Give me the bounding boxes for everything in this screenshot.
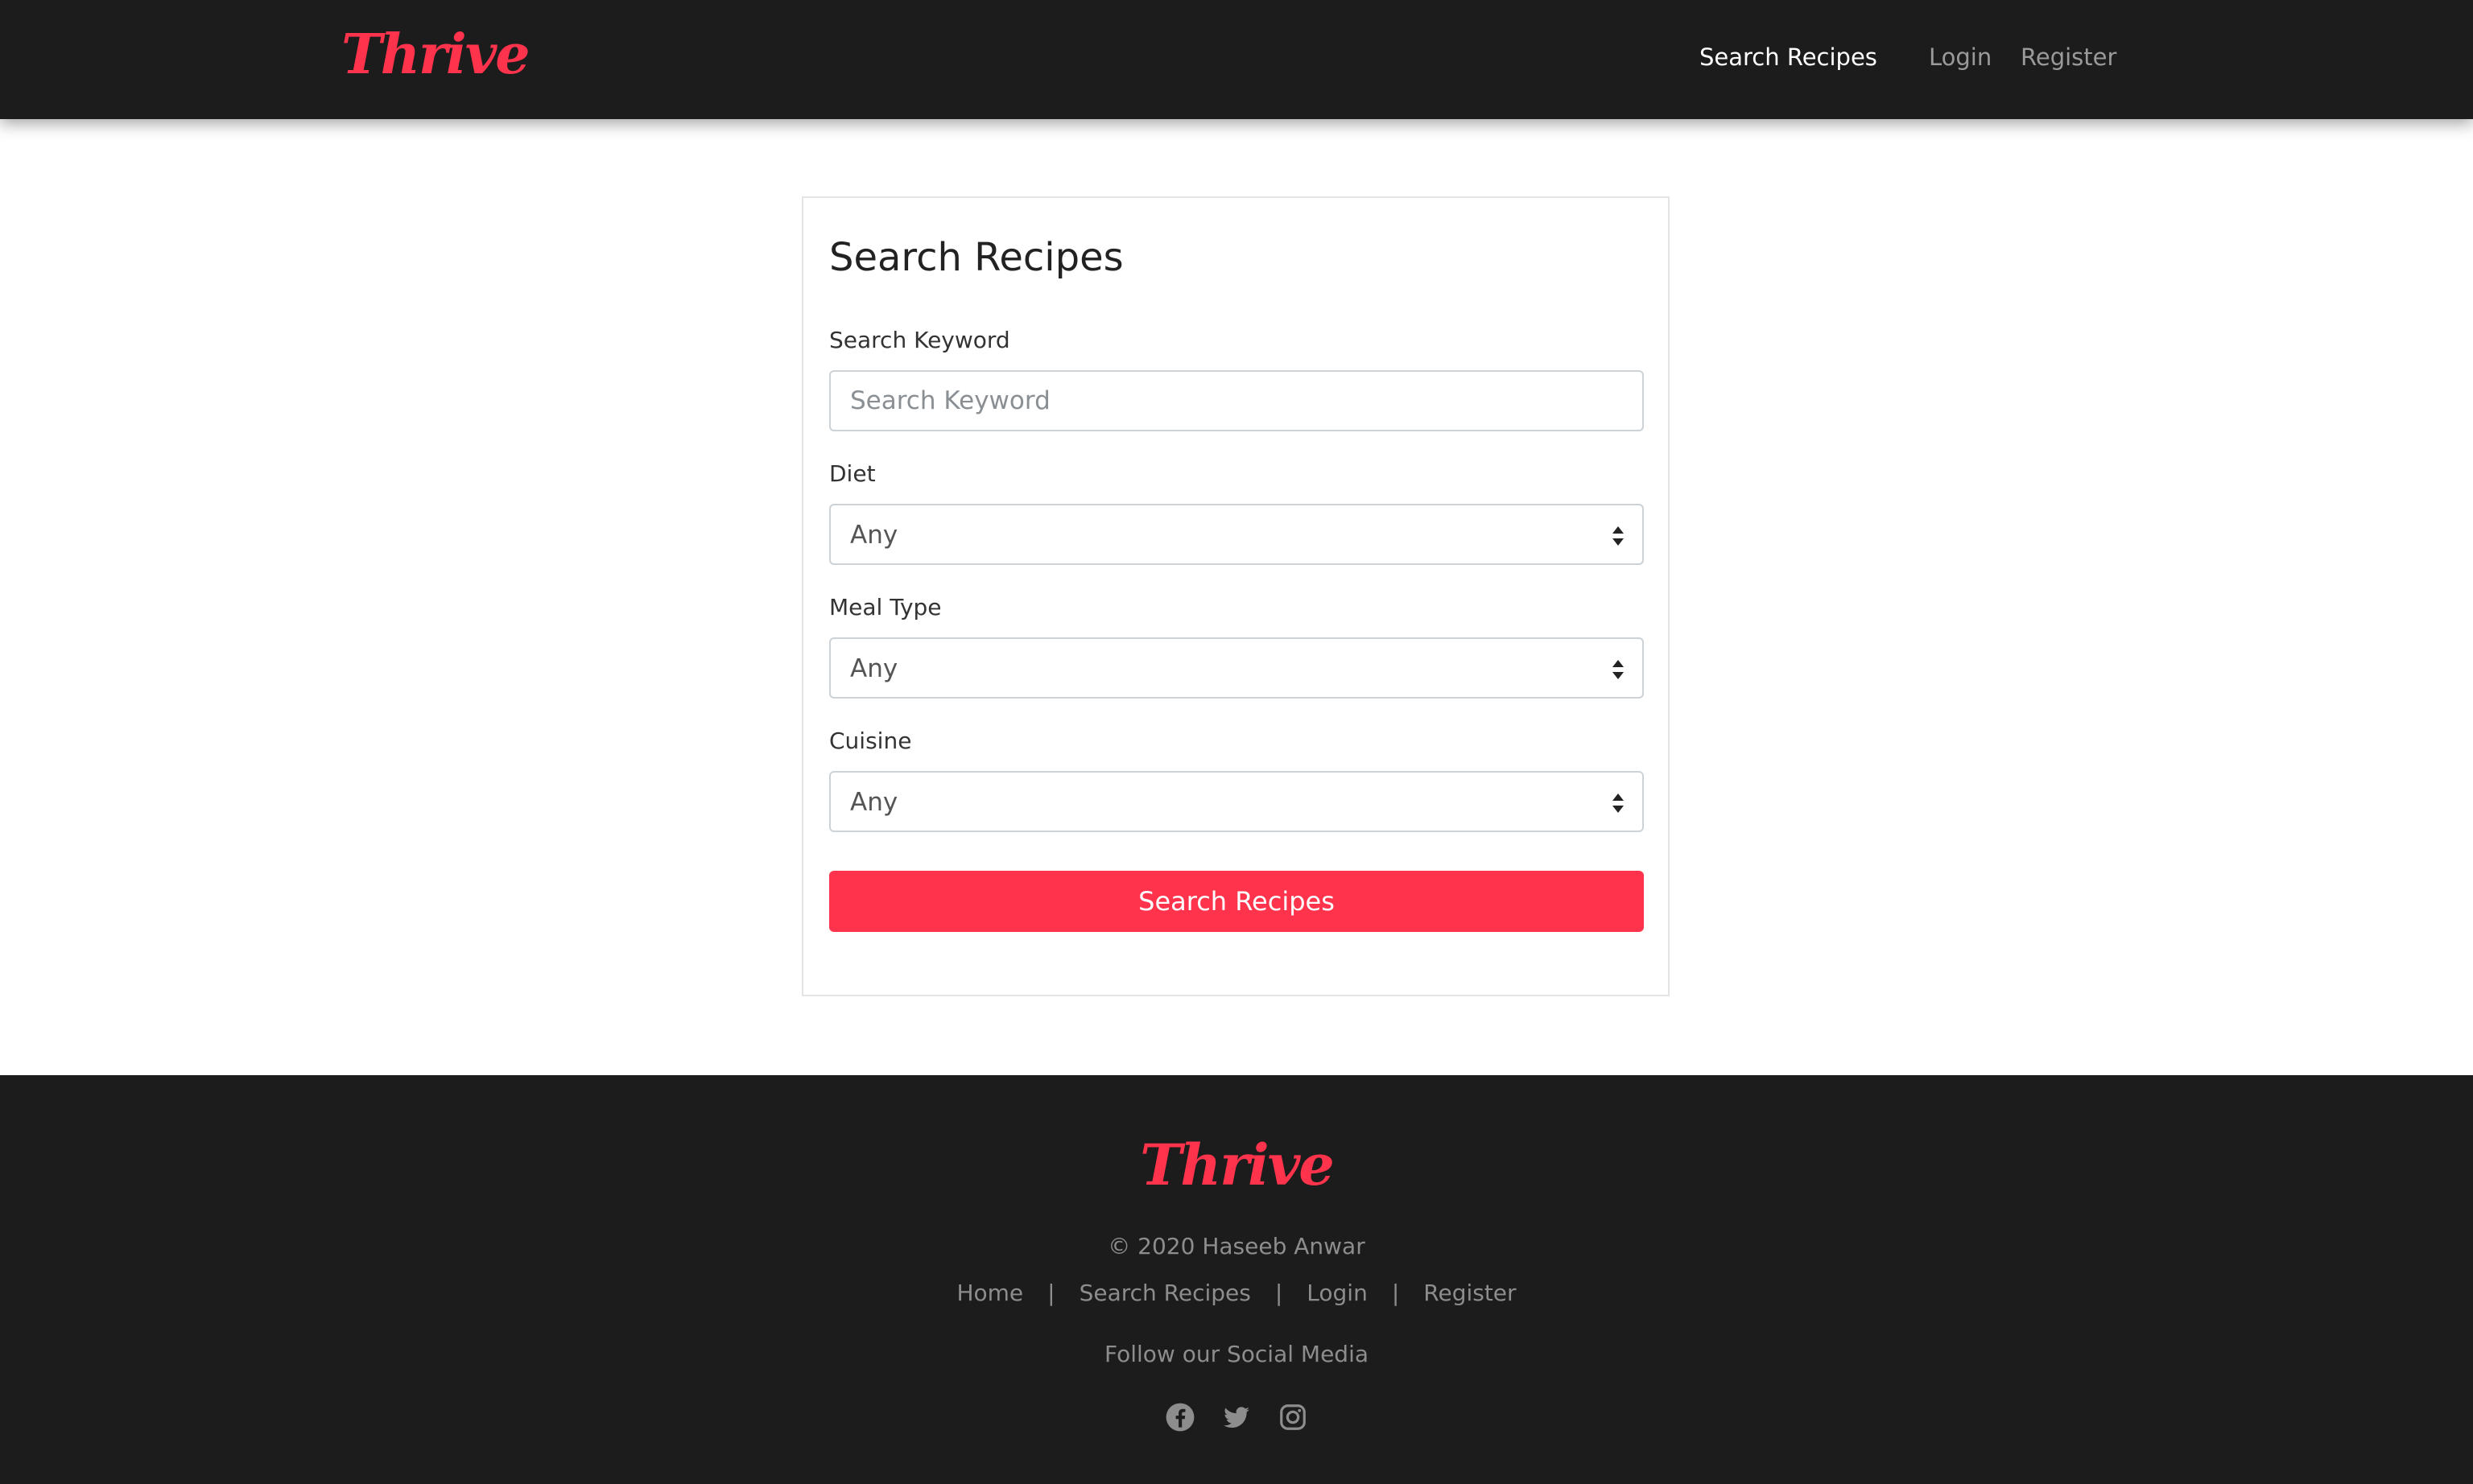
cuisine-select[interactable]: Any bbox=[829, 771, 1644, 832]
cuisine-selected-value: Any bbox=[850, 788, 898, 817]
brand-logo[interactable]: Thrive bbox=[341, 23, 530, 87]
select-caret-icon bbox=[1612, 794, 1625, 813]
footer-link-home[interactable]: Home bbox=[956, 1280, 1023, 1306]
footer-separator: | bbox=[1391, 1280, 1400, 1306]
keyword-label: Search Keyword bbox=[829, 327, 1010, 353]
nav-search-recipes[interactable]: Search Recipes bbox=[1699, 43, 1877, 71]
footer-separator: | bbox=[1047, 1280, 1055, 1306]
cuisine-label: Cuisine bbox=[829, 728, 912, 754]
footer-links: Home | Search Recipes | Login | Register bbox=[0, 1280, 2473, 1306]
footer-link-login[interactable]: Login bbox=[1307, 1280, 1368, 1306]
footer-link-register[interactable]: Register bbox=[1423, 1280, 1516, 1306]
footer-separator: | bbox=[1274, 1280, 1283, 1306]
nav-login[interactable]: Login bbox=[1929, 43, 1992, 71]
search-recipes-button[interactable]: Search Recipes bbox=[829, 871, 1644, 932]
keyword-field-wrapper bbox=[829, 370, 1644, 431]
meal-type-label: Meal Type bbox=[829, 594, 942, 620]
meal-type-selected-value: Any bbox=[850, 654, 898, 683]
diet-label: Diet bbox=[829, 460, 876, 487]
social-icons bbox=[0, 1402, 2473, 1432]
instagram-icon[interactable] bbox=[1278, 1402, 1308, 1432]
search-keyword-input[interactable] bbox=[831, 372, 1642, 430]
form-title: Search Recipes bbox=[829, 235, 1124, 280]
diet-selected-value: Any bbox=[850, 521, 898, 550]
copyright-text: © 2020 Haseeb Anwar bbox=[1108, 1233, 1365, 1259]
diet-select[interactable]: Any bbox=[829, 504, 1644, 565]
page-footer: Thrive © 2020 Haseeb Anwar Home | Search… bbox=[0, 1075, 2473, 1484]
select-caret-icon bbox=[1612, 660, 1625, 679]
select-caret-icon bbox=[1612, 526, 1625, 546]
footer-link-search-recipes[interactable]: Search Recipes bbox=[1080, 1280, 1251, 1306]
nav-register[interactable]: Register bbox=[2021, 43, 2116, 71]
top-navbar: Thrive Search Recipes Login Register bbox=[0, 0, 2473, 119]
twitter-icon[interactable] bbox=[1221, 1402, 1252, 1432]
follow-social-text: Follow our Social Media bbox=[1104, 1341, 1369, 1367]
search-form-card: Search Recipes Search Keyword Diet Any M… bbox=[802, 196, 1670, 996]
meal-type-select[interactable]: Any bbox=[829, 637, 1644, 699]
facebook-icon[interactable] bbox=[1165, 1402, 1195, 1432]
footer-brand-logo[interactable]: Thrive bbox=[0, 1132, 2473, 1198]
